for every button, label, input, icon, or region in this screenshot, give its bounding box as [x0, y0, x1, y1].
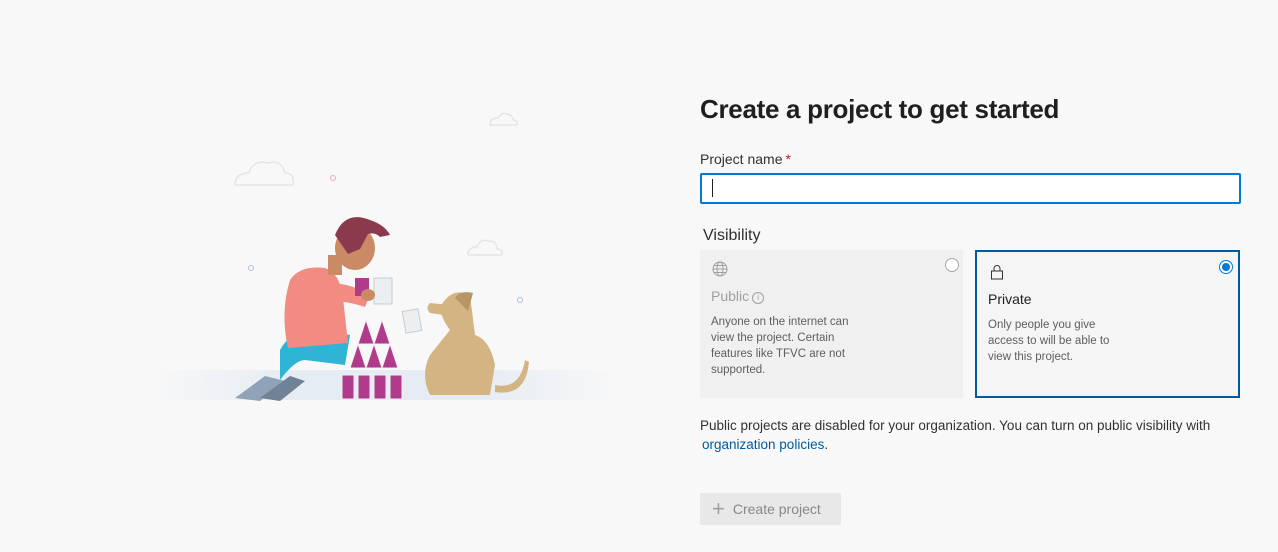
private-radio[interactable] — [1219, 260, 1233, 274]
private-option-title: Private — [988, 291, 1032, 307]
visibility-notice: Public projects are disabled for your or… — [700, 418, 1211, 452]
organization-policies-link[interactable]: organization policies — [702, 437, 824, 452]
required-marker: * — [785, 151, 791, 167]
info-icon[interactable]: i — [752, 292, 765, 304]
public-option-title: Public i — [711, 288, 765, 304]
lock-icon — [991, 265, 1003, 280]
text-cursor — [712, 179, 713, 197]
globe-icon — [712, 261, 728, 277]
page-title: Create a project to get started — [700, 94, 1060, 124]
public-radio[interactable] — [945, 258, 959, 272]
create-project-button[interactable]: + Create project — [700, 493, 841, 525]
private-option-description: Only people you give access to will be a… — [988, 319, 1110, 363]
visibility-option-private[interactable]: Private Only people you give access to w… — [975, 250, 1240, 398]
plus-icon: + — [712, 496, 725, 521]
create-project-label: Create project — [732, 501, 821, 517]
project-name-input[interactable] — [700, 173, 1241, 204]
visibility-label: Visibility — [703, 227, 761, 244]
project-name-label: Project name * — [700, 151, 791, 167]
hero-illustration — [150, 112, 620, 401]
visibility-option-public[interactable]: Public i Anyone on the internet can view … — [700, 250, 963, 398]
public-option-description: Anyone on the internet can view the proj… — [711, 316, 849, 376]
